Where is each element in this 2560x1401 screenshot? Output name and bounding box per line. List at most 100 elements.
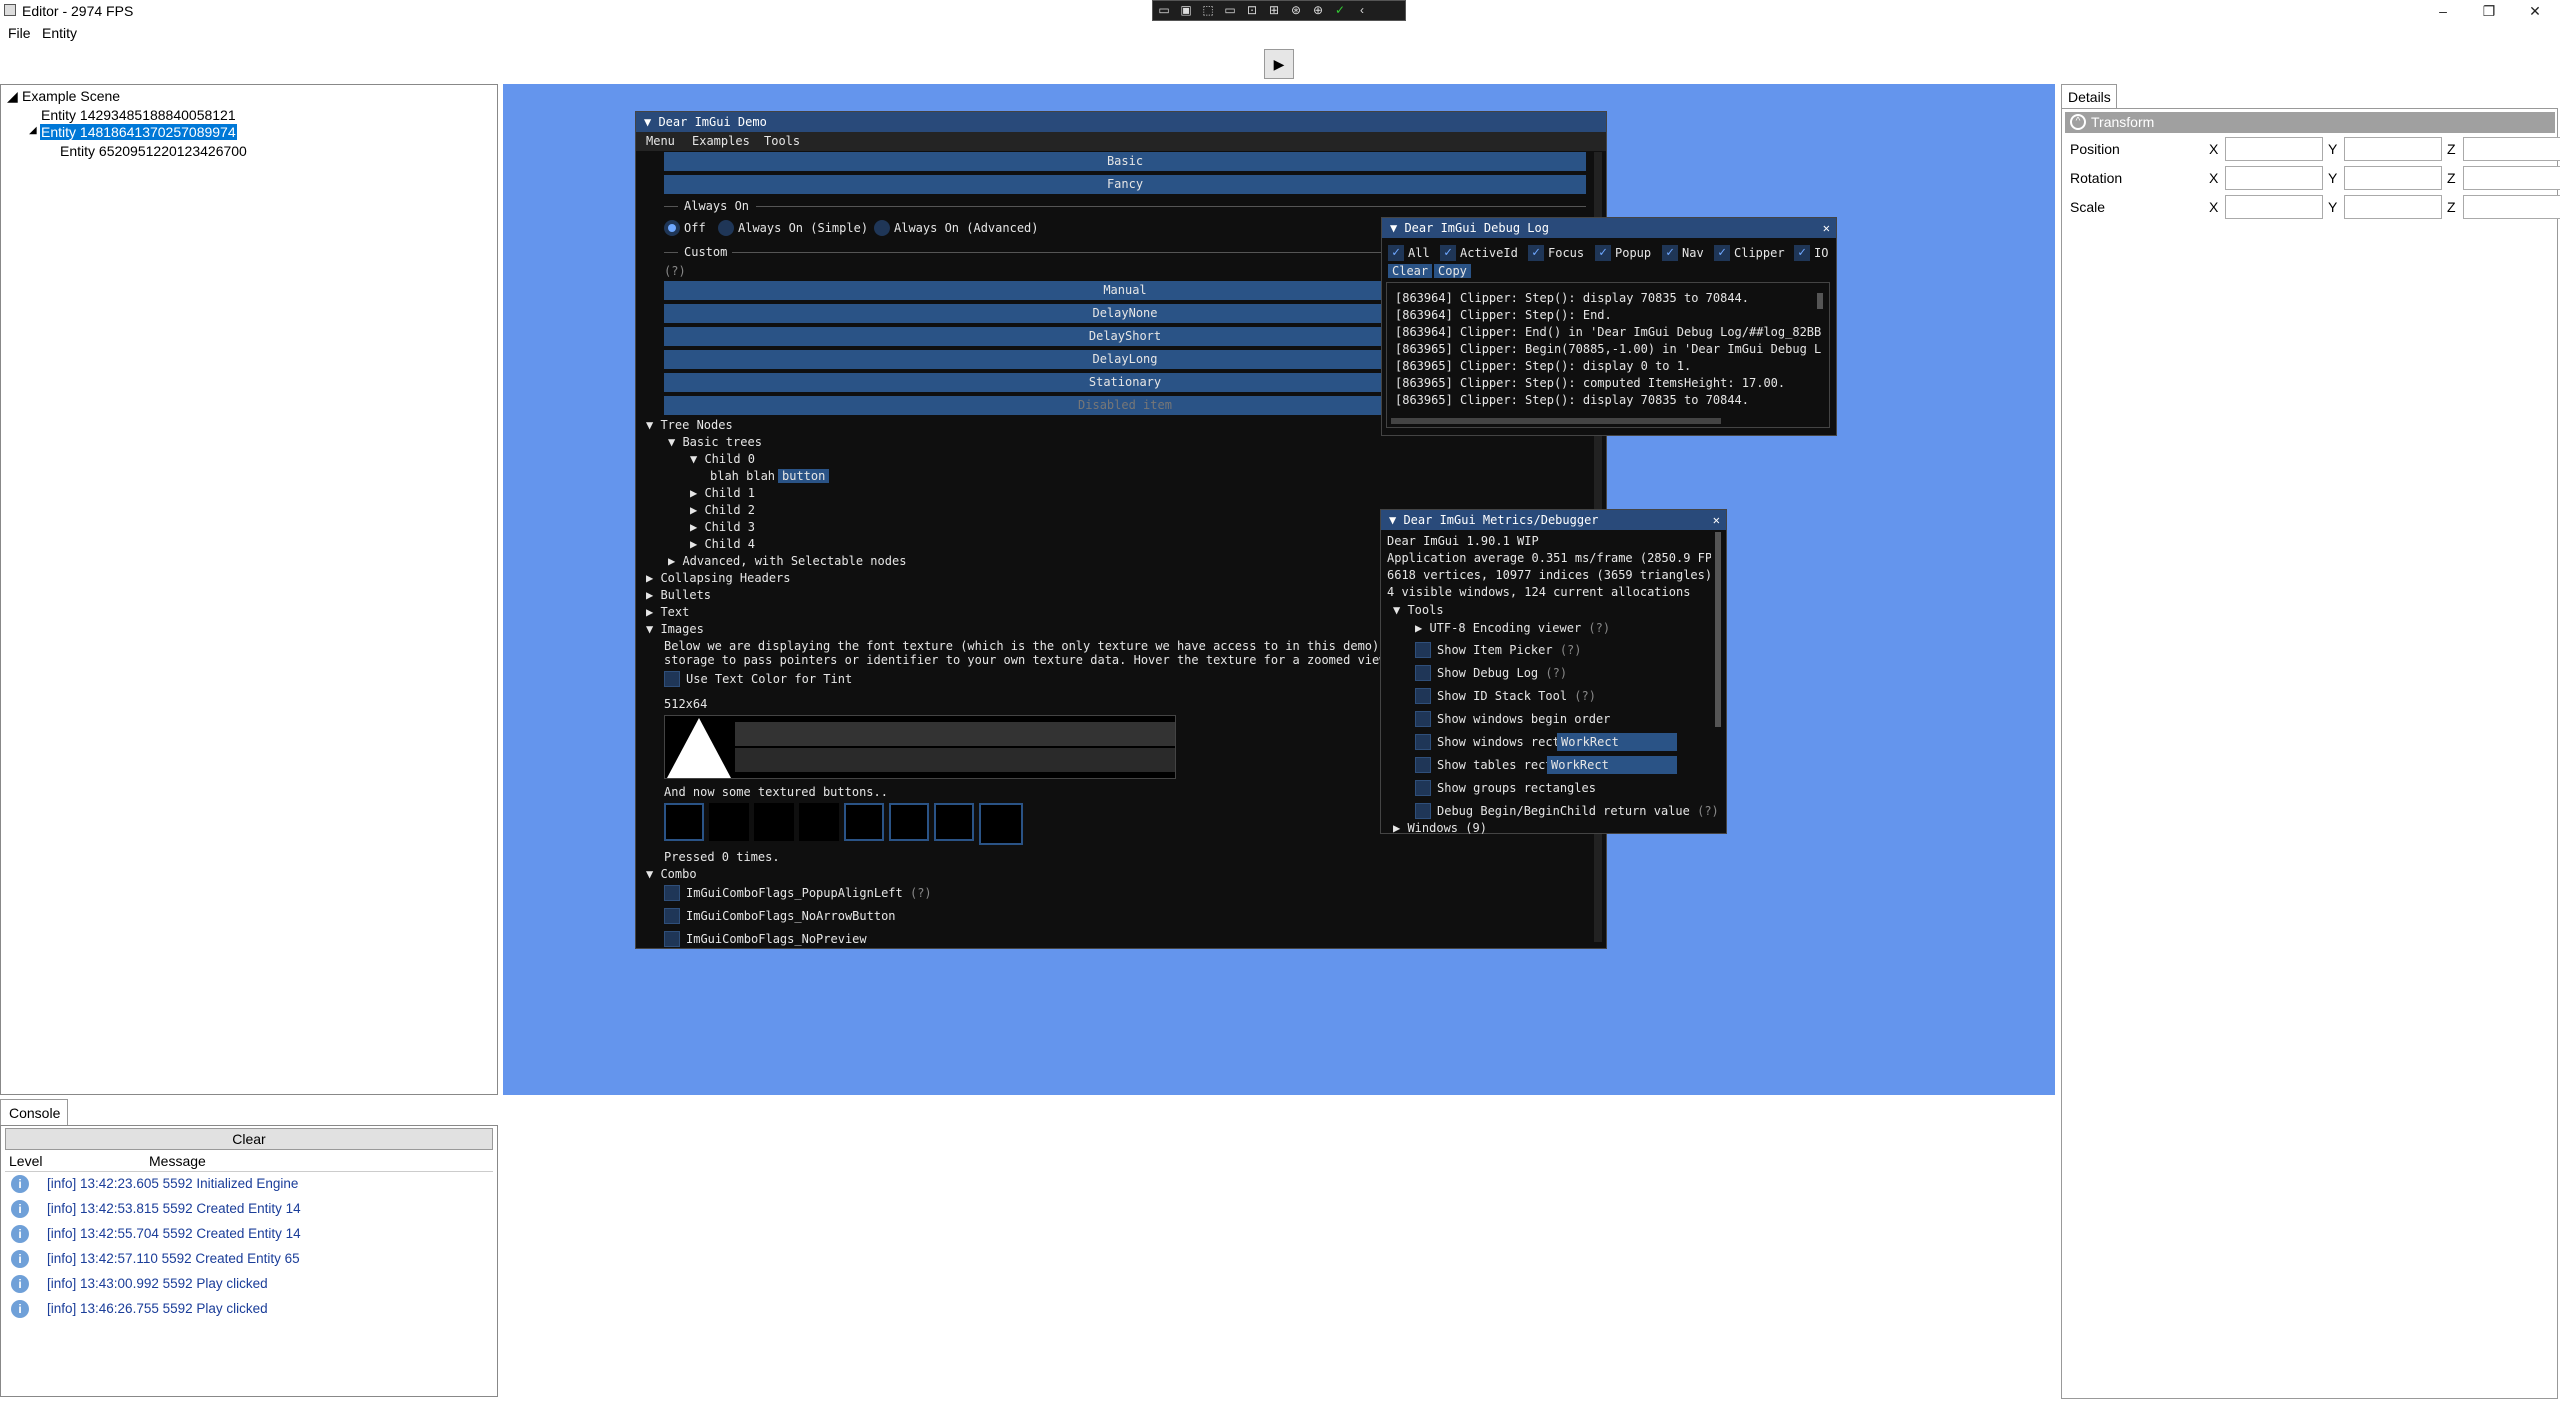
- tab-console[interactable]: Console: [0, 1099, 68, 1126]
- textured-button[interactable]: [709, 803, 749, 841]
- textured-button[interactable]: [844, 803, 884, 841]
- windows-node[interactable]: ▶ Windows (9): [1393, 821, 1487, 835]
- scale-z-field[interactable]: [2463, 195, 2560, 219]
- horizontal-scrollbar[interactable]: [1391, 418, 1721, 424]
- textured-button[interactable]: [889, 803, 929, 841]
- vertical-scrollbar[interactable]: [1817, 293, 1823, 309]
- log-filter-checkbox[interactable]: ✓: [1440, 245, 1456, 261]
- tree-toggle-icon[interactable]: ◢: [29, 125, 37, 136]
- log-row[interactable]: i [info] 13:42:55.704 5592 Created Entity…: [11, 1225, 301, 1249]
- log-filter-checkbox[interactable]: ✓: [1662, 245, 1678, 261]
- metrics-title-bar[interactable]: ▼ Dear ImGui Metrics/Debugger ✕: [1381, 510, 1726, 530]
- scene-root[interactable]: Example Scene: [22, 88, 120, 104]
- restore-button[interactable]: ❐: [2466, 0, 2512, 22]
- demo-menu-tools[interactable]: Tools: [764, 134, 800, 148]
- tree-nodes-node[interactable]: ▼ Tree Nodes: [646, 418, 733, 432]
- radio-simple[interactable]: [718, 220, 734, 236]
- metrics-option-checkbox[interactable]: [1415, 711, 1431, 727]
- debug-log-title-bar[interactable]: ▼ Dear ImGui Debug Log ✕: [1382, 218, 1836, 238]
- textured-button[interactable]: [754, 803, 794, 841]
- minimize-button[interactable]: –: [2420, 0, 2466, 22]
- child-0-node[interactable]: ▼ Child 0: [690, 452, 755, 466]
- close-button[interactable]: ✕: [2512, 0, 2558, 22]
- metrics-option-checkbox[interactable]: [1415, 642, 1431, 658]
- column-header-level[interactable]: Level: [9, 1153, 42, 1169]
- camera-icon[interactable]: ▣: [1175, 1, 1197, 20]
- child-node[interactable]: ▶ Child 4: [690, 537, 755, 551]
- transform-header[interactable]: ^ Transform: [2065, 112, 2555, 133]
- position-y-field[interactable]: [2344, 137, 2442, 161]
- demo-title-bar[interactable]: ▼ Dear ImGui Demo: [636, 112, 1606, 132]
- console-clear-button[interactable]: Clear: [5, 1128, 493, 1150]
- log-row[interactable]: i [info] 13:42:57.110 5592 Created Entity…: [11, 1250, 300, 1274]
- textured-button[interactable]: [664, 803, 704, 841]
- advanced-node[interactable]: ▶ Advanced, with Selectable nodes: [668, 554, 906, 568]
- tab-details[interactable]: Details: [2061, 84, 2117, 109]
- textured-button[interactable]: [979, 803, 1023, 845]
- scale-x-field[interactable]: [2225, 195, 2323, 219]
- tree-toggle-icon[interactable]: ◢: [7, 88, 18, 105]
- log-filter-checkbox[interactable]: ✓: [1714, 245, 1730, 261]
- child-node[interactable]: ▶ Child 3: [690, 520, 755, 534]
- toolbar-icon[interactable]: ⊞: [1263, 1, 1285, 20]
- child-node[interactable]: ▶ Child 2: [690, 503, 755, 517]
- rotation-y-field[interactable]: [2344, 166, 2442, 190]
- combo-node[interactable]: ▼ Combo: [646, 867, 697, 881]
- tint-checkbox[interactable]: [664, 671, 680, 687]
- menu-entity[interactable]: Entity: [42, 25, 77, 41]
- toolbar-icon[interactable]: ⬚: [1197, 1, 1219, 20]
- toolbar-icon[interactable]: ⊛: [1285, 1, 1307, 20]
- metrics-option-checkbox[interactable]: [1415, 688, 1431, 704]
- radio-advanced[interactable]: [874, 220, 890, 236]
- demo-menu-menu[interactable]: Menu: [646, 134, 675, 148]
- log-row[interactable]: i [info] 13:43:00.992 5592 Play clicked: [11, 1275, 268, 1299]
- textured-button[interactable]: [934, 803, 974, 841]
- position-x-field[interactable]: [2225, 137, 2323, 161]
- position-z-field[interactable]: [2463, 137, 2560, 161]
- graphics-debug-toolbar[interactable]: ▭ ▣ ⬚ ▭ ⊡ ⊞ ⊛ ⊕ ✓ ‹: [1152, 0, 1406, 21]
- combo-flag-checkbox[interactable]: [664, 931, 680, 947]
- column-header-message[interactable]: Message: [149, 1153, 206, 1169]
- demo-menu-examples[interactable]: Examples: [692, 134, 750, 148]
- rotation-x-field[interactable]: [2225, 166, 2323, 190]
- menu-file[interactable]: File: [8, 25, 31, 41]
- log-clear-button[interactable]: Clear: [1388, 264, 1433, 278]
- tools-node[interactable]: ▼ Tools: [1393, 603, 1444, 617]
- metrics-option-checkbox[interactable]: [1415, 757, 1431, 773]
- toolbar-icon[interactable]: ▭: [1219, 1, 1241, 20]
- collapse-icon[interactable]: ^: [2070, 114, 2086, 130]
- imgui-metrics-window[interactable]: ▼ Dear ImGui Metrics/Debugger ✕ Dear ImGu…: [1380, 509, 1727, 835]
- radio-off[interactable]: [664, 220, 680, 236]
- child-node[interactable]: ▶ Child 1: [690, 486, 755, 500]
- play-button[interactable]: ▶: [1264, 49, 1294, 79]
- basic-trees-node[interactable]: ▼ Basic trees: [668, 435, 762, 449]
- text-node[interactable]: ▶ Text: [646, 605, 689, 619]
- log-copy-button[interactable]: Copy: [1434, 264, 1471, 278]
- collapse-icon[interactable]: ‹: [1351, 1, 1373, 20]
- log-row[interactable]: i [info] 13:46:26.755 5592 Play clicked: [11, 1300, 268, 1324]
- log-row[interactable]: i [info] 13:42:23.605 5592 Initialized En…: [11, 1175, 298, 1199]
- basic-button[interactable]: Basic: [664, 152, 1586, 171]
- utf8-node[interactable]: ▶ UTF-8 Encoding viewer (?): [1415, 621, 1610, 635]
- entity-item-selected[interactable]: Entity 14818641370257089974: [40, 124, 237, 140]
- toolbar-icon[interactable]: ⊕: [1307, 1, 1329, 20]
- log-filter-checkbox[interactable]: ✓: [1388, 245, 1404, 261]
- entity-item[interactable]: Entity 14293485188840058121: [41, 107, 236, 123]
- log-row[interactable]: i [info] 13:42:53.815 5592 Created Entity…: [11, 1200, 301, 1224]
- font-texture-image[interactable]: [664, 715, 1176, 779]
- images-node[interactable]: ▼ Images: [646, 622, 704, 636]
- vertical-scrollbar[interactable]: [1715, 532, 1721, 727]
- scene-viewport[interactable]: ▼ Dear ImGui Demo Menu Examples Tools Ba…: [503, 84, 2055, 1095]
- rotation-z-field[interactable]: [2463, 166, 2560, 190]
- workrect-combo[interactable]: WorkRect: [1557, 733, 1677, 751]
- blah-button[interactable]: button: [778, 469, 830, 483]
- close-icon[interactable]: ✕: [1823, 218, 1830, 238]
- combo-flag-checkbox[interactable]: [664, 908, 680, 924]
- log-filter-checkbox[interactable]: ✓: [1794, 245, 1810, 261]
- toolbar-icon[interactable]: ⊡: [1241, 1, 1263, 20]
- log-filter-checkbox[interactable]: ✓: [1528, 245, 1544, 261]
- fancy-button[interactable]: Fancy: [664, 175, 1586, 194]
- metrics-option-checkbox[interactable]: [1415, 803, 1431, 819]
- check-icon[interactable]: ✓: [1329, 1, 1351, 20]
- scale-y-field[interactable]: [2344, 195, 2442, 219]
